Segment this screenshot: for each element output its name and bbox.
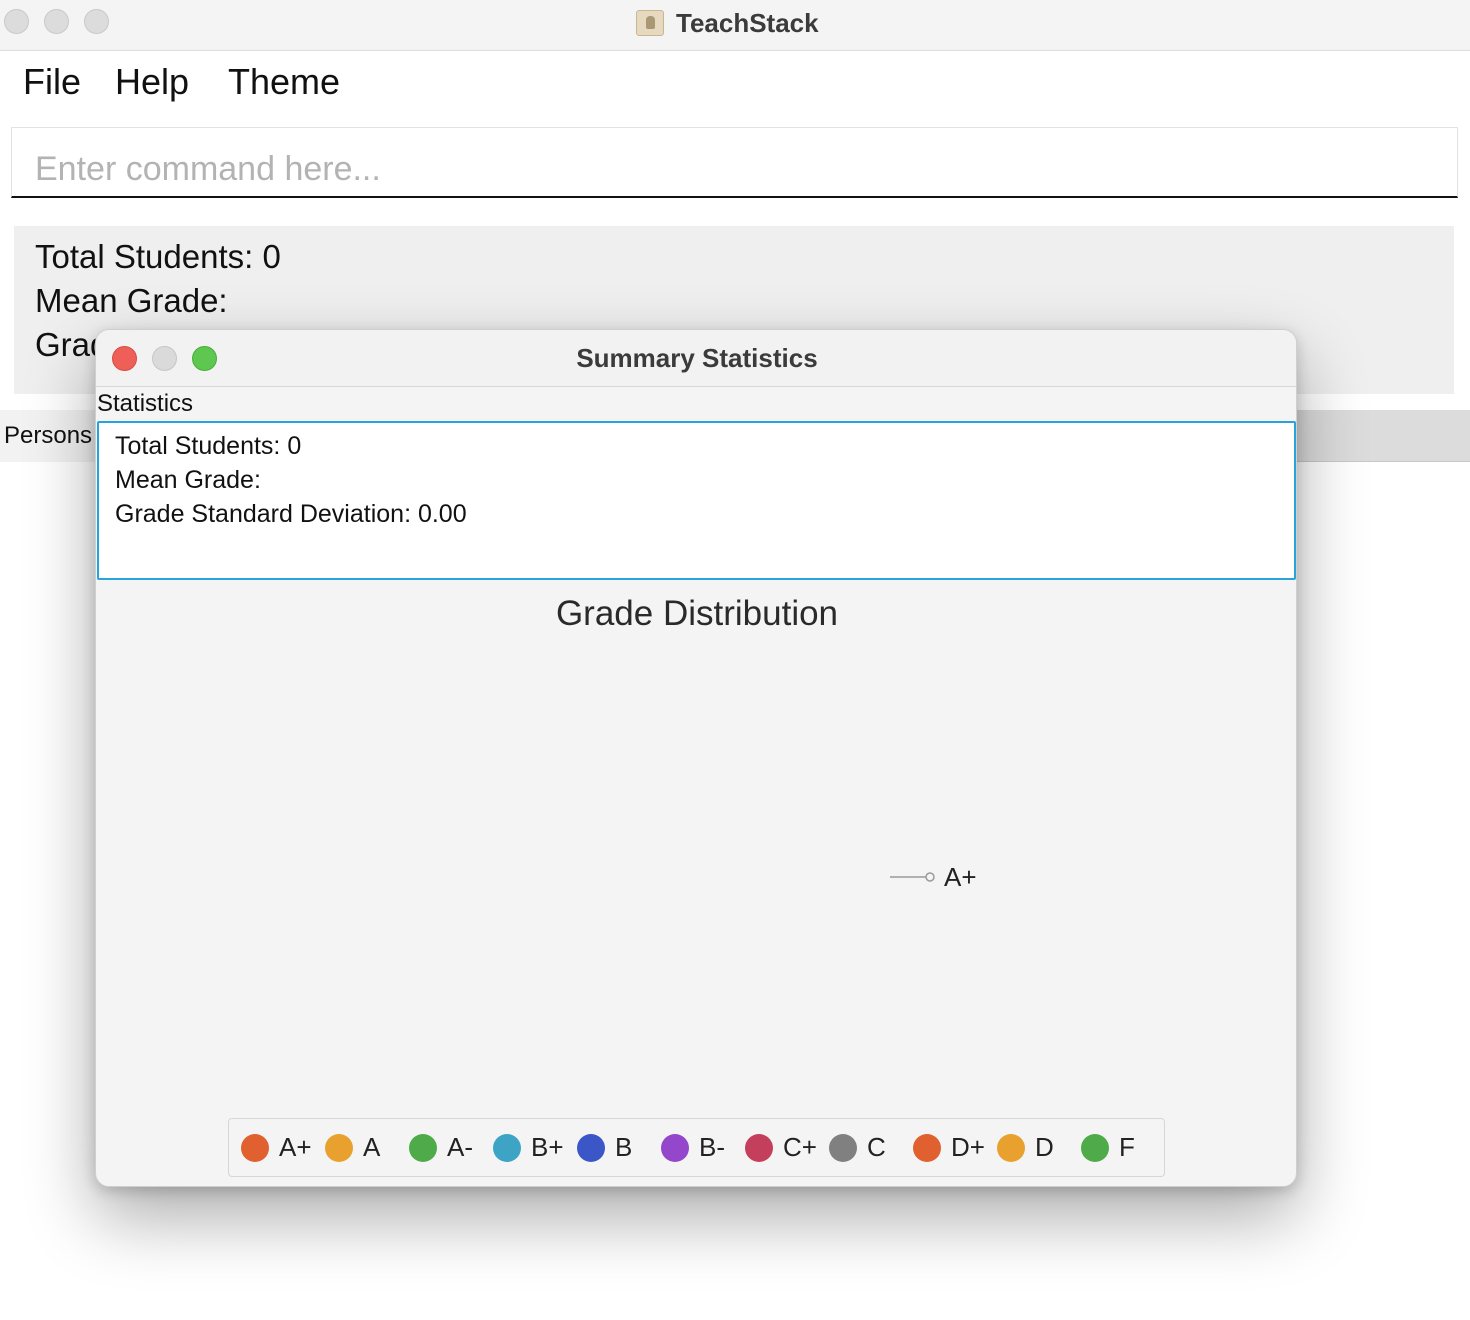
legend-label: D: [1035, 1132, 1054, 1162]
total-students-text: Total Students: 0: [35, 238, 281, 275]
popup-grade-sd: Grade Standard Deviation: 0.00: [115, 500, 467, 528]
legend-item: D: [997, 1119, 1054, 1176]
legend-item: C: [829, 1119, 886, 1176]
menu-help[interactable]: Help: [115, 61, 189, 103]
legend-swatch: [241, 1133, 269, 1162]
menu-theme[interactable]: Theme: [228, 61, 340, 103]
statistics-label: Statistics: [97, 390, 194, 417]
popup-title: Summary Statistics: [576, 343, 818, 373]
legend-item: F: [1081, 1119, 1135, 1176]
legend-label: D+: [951, 1132, 985, 1162]
legend-label: B: [615, 1132, 633, 1162]
legend-item: B: [577, 1119, 632, 1176]
popup-total-students: Total Students: 0: [115, 432, 302, 460]
menu-bar: File Help Theme: [0, 51, 1470, 119]
command-input[interactable]: [11, 127, 1458, 198]
summary-statistics-window: Summary Statistics Statistics Total Stud…: [95, 329, 1297, 1187]
statistics-text-area[interactable]: Total Students: 0 Mean Grade: Grade Stan…: [97, 421, 1296, 580]
legend-label: C: [867, 1132, 886, 1162]
popup-title-bar: Summary Statistics: [96, 330, 1296, 387]
grade-distribution-pie: A+: [890, 862, 977, 892]
legend-item: A+: [241, 1119, 312, 1176]
desktop: TeachStack File Help Theme Total Student…: [0, 0, 1470, 1320]
legend-swatch: [997, 1133, 1025, 1162]
main-zoom-button[interactable]: [84, 9, 109, 34]
legend-swatch: [661, 1133, 689, 1162]
mean-grade-text: Mean Grade:: [35, 282, 228, 319]
main-close-button[interactable]: [4, 9, 29, 34]
legend-item: A: [325, 1119, 380, 1176]
app-icon: [636, 10, 664, 36]
legend-label: A+: [279, 1132, 312, 1162]
legend-swatch: [577, 1133, 605, 1162]
legend-label: F: [1119, 1132, 1135, 1162]
tab-persons[interactable]: Persons: [0, 410, 97, 462]
legend-swatch: [325, 1133, 353, 1162]
slice-label-marker: [925, 872, 935, 882]
slice-label: A+: [944, 862, 977, 892]
legend-item: C+: [745, 1119, 817, 1176]
legend-swatch: [409, 1133, 437, 1162]
main-minimize-button[interactable]: [44, 9, 69, 34]
legend-label: B-: [699, 1132, 725, 1162]
menu-file[interactable]: File: [23, 61, 81, 103]
legend-swatch: [1081, 1133, 1109, 1162]
popup-mean-grade: Mean Grade:: [115, 466, 261, 494]
legend-swatch: [745, 1133, 773, 1162]
main-title-bar: TeachStack: [0, 0, 1470, 51]
chart-legend: A+ A A- B+ B B- C+ C D+ D F: [228, 1118, 1165, 1177]
legend-swatch: [913, 1133, 941, 1162]
legend-label: B+: [531, 1132, 564, 1162]
legend-item: D+: [913, 1119, 985, 1176]
legend-swatch: [829, 1133, 857, 1162]
legend-item: B+: [493, 1119, 564, 1176]
legend-swatch: [493, 1133, 521, 1162]
legend-label: C+: [783, 1132, 817, 1162]
legend-label: A-: [447, 1132, 473, 1162]
chart-title: Grade Distribution: [555, 594, 839, 633]
window-title-text: TeachStack: [676, 7, 819, 38]
legend-label: A: [363, 1132, 381, 1162]
window-title: TeachStack: [636, 8, 819, 38]
legend-item: A-: [409, 1119, 473, 1176]
legend-item: B-: [661, 1119, 725, 1176]
